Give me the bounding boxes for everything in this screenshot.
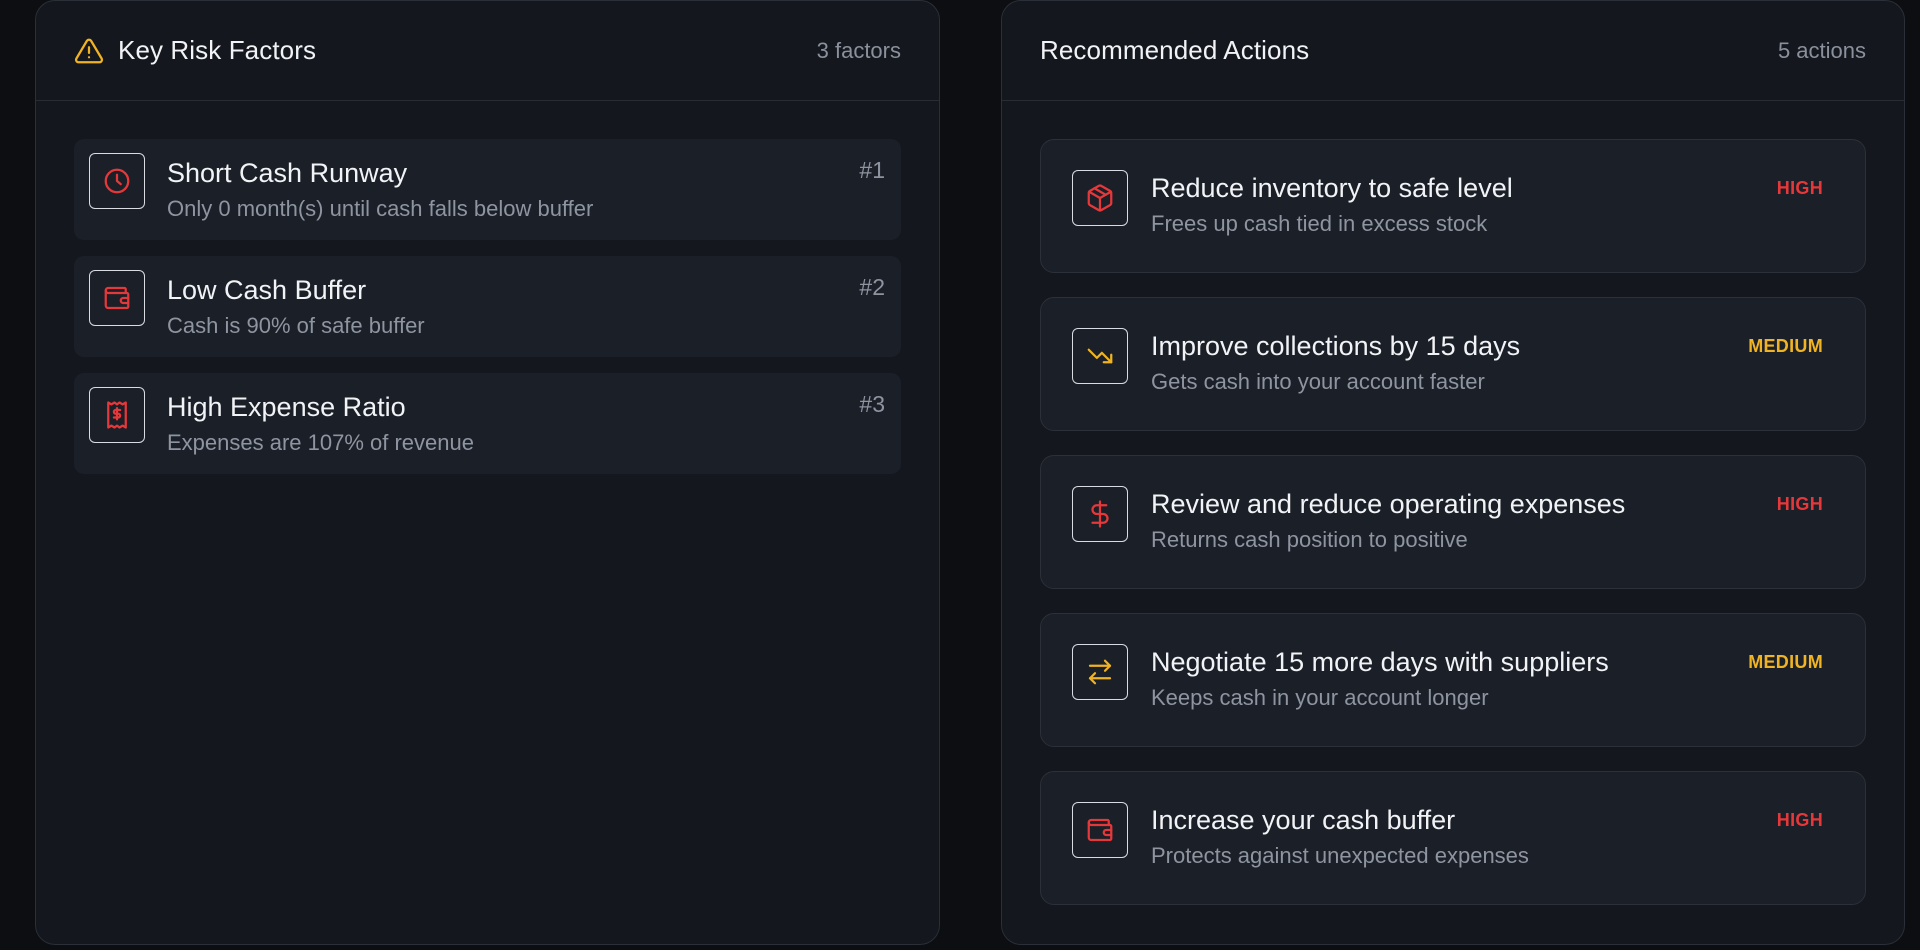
risk-title: Short Cash Runway bbox=[167, 158, 408, 188]
action-description: Gets cash into your account faster bbox=[1151, 369, 1485, 394]
risk-item[interactable]: Low Cash Buffer Cash is 90% of safe buff… bbox=[74, 256, 901, 357]
risk-list: Short Cash Runway Only 0 month(s) until … bbox=[36, 101, 939, 474]
risk-title: High Expense Ratio bbox=[167, 392, 406, 422]
receipt-dollar-icon bbox=[89, 387, 145, 443]
risk-description: Expenses are 107% of revenue bbox=[167, 430, 474, 455]
risk-panel-title: Key Risk Factors bbox=[118, 35, 317, 65]
recommended-actions-panel: Recommended Actions 5 actions Reduce inv… bbox=[1001, 0, 1905, 945]
actions-count: 5 actions bbox=[1777, 37, 1866, 63]
risk-factors-panel: Key Risk Factors 3 factors Short Cash Ru… bbox=[35, 0, 940, 945]
clock-icon bbox=[89, 153, 145, 209]
priority-badge: HIGH bbox=[1776, 810, 1823, 830]
action-item[interactable]: Review and reduce operating expenses Ret… bbox=[1040, 455, 1866, 589]
priority-badge: MEDIUM bbox=[1748, 652, 1823, 672]
risk-panel-header: Key Risk Factors 3 factors bbox=[36, 1, 939, 101]
priority-badge: HIGH bbox=[1776, 494, 1823, 514]
wallet-icon bbox=[1072, 802, 1128, 858]
action-description: Frees up cash tied in excess stock bbox=[1151, 211, 1488, 236]
wallet-icon bbox=[89, 270, 145, 326]
dollar-icon bbox=[1072, 486, 1128, 542]
action-item[interactable]: Increase your cash buffer Protects again… bbox=[1040, 771, 1866, 905]
action-title: Increase your cash buffer bbox=[1151, 805, 1456, 835]
risk-item[interactable]: High Expense Ratio Expenses are 107% of … bbox=[74, 373, 901, 474]
action-description: Keeps cash in your account longer bbox=[1151, 685, 1489, 710]
action-item[interactable]: Reduce inventory to safe level Frees up … bbox=[1040, 139, 1866, 273]
risk-description: Only 0 month(s) until cash falls below b… bbox=[167, 196, 594, 221]
action-title: Improve collections by 15 days bbox=[1151, 331, 1521, 361]
risk-rank: #3 bbox=[859, 391, 885, 417]
actions-panel-title: Recommended Actions bbox=[1040, 35, 1310, 65]
risk-count: 3 factors bbox=[816, 37, 901, 63]
action-description: Returns cash position to positive bbox=[1151, 527, 1468, 552]
arrows-exchange-icon bbox=[1072, 644, 1128, 700]
action-item[interactable]: Improve collections by 15 days Gets cash… bbox=[1040, 297, 1866, 431]
action-title: Reduce inventory to safe level bbox=[1151, 173, 1513, 203]
action-title: Negotiate 15 more days with suppliers bbox=[1151, 647, 1609, 677]
action-title: Review and reduce operating expenses bbox=[1151, 489, 1626, 519]
action-description: Protects against unexpected expenses bbox=[1151, 843, 1529, 868]
risk-item[interactable]: Short Cash Runway Only 0 month(s) until … bbox=[74, 139, 901, 240]
actions-panel-header: Recommended Actions 5 actions bbox=[1002, 1, 1904, 101]
warning-triangle-icon bbox=[74, 36, 104, 66]
risk-rank: #2 bbox=[859, 274, 885, 300]
action-list: Reduce inventory to safe level Frees up … bbox=[1002, 101, 1904, 905]
risk-description: Cash is 90% of safe buffer bbox=[167, 313, 425, 338]
dashboard: Key Risk Factors 3 factors Short Cash Ru… bbox=[0, 0, 1920, 950]
trending-down-icon bbox=[1072, 328, 1128, 384]
priority-badge: HIGH bbox=[1776, 178, 1823, 198]
package-icon bbox=[1072, 170, 1128, 226]
risk-title: Low Cash Buffer bbox=[167, 275, 367, 305]
priority-badge: MEDIUM bbox=[1748, 336, 1823, 356]
risk-rank: #1 bbox=[859, 157, 885, 183]
action-item[interactable]: Negotiate 15 more days with suppliers Ke… bbox=[1040, 613, 1866, 747]
